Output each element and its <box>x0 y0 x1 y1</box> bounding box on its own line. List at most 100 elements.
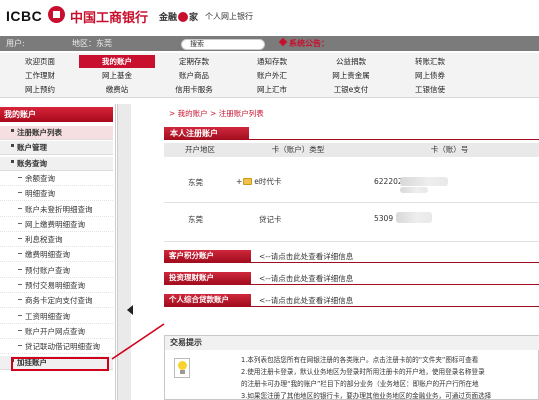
region-label: 地区：东莞 <box>72 39 112 48</box>
system-announcement[interactable]: 系统公告： <box>278 37 329 49</box>
sidebar-item[interactable]: 账户未登折明细查询 <box>0 203 113 217</box>
bullet-icon <box>18 268 22 270</box>
lightbulb-icon <box>174 358 190 378</box>
sidebar-item[interactable]: 预付交易明细查询 <box>0 279 113 293</box>
sidebar-item[interactable]: 商务卡定向支付查询 <box>0 294 113 309</box>
breadcrumb: > 我的账户 > 注册账户列表 <box>169 108 264 119</box>
row-region: 东莞 <box>188 178 203 187</box>
sidebar-item-label: 账户未登折明细查询 <box>25 204 93 214</box>
nav-item[interactable]: 信用卡服务 <box>156 83 232 96</box>
sidebar-item-label: 预付交易明细查询 <box>25 281 85 290</box>
bullet-icon <box>18 192 22 194</box>
row-region: 东莞 <box>188 215 203 224</box>
nav-item[interactable]: 工银e支付 <box>313 83 389 96</box>
expand-icon[interactable]: + <box>236 177 242 186</box>
nav-item[interactable]: 缴费站 <box>79 83 155 96</box>
sidebar-item[interactable]: 预付账户查询 <box>0 264 113 278</box>
breadcrumb-home[interactable]: 我的账户 <box>178 109 208 118</box>
sidebar-item[interactable]: 网上缴费明细查询 <box>0 218 113 232</box>
bullet-icon <box>11 144 14 148</box>
col-region: 开户地区 <box>185 145 215 154</box>
nav-item[interactable]: 网上基金 <box>79 69 155 82</box>
row-number: 622202 <box>374 177 403 186</box>
loan-account-tag[interactable]: 个人综合贷款账户 <box>164 294 539 307</box>
nav-item[interactable]: 账户外汇 <box>234 69 310 82</box>
points-account-tag[interactable]: 客户积分账户 <box>164 250 539 263</box>
sidebar-section[interactable]: 账户管理 <box>0 141 113 156</box>
bullet-icon <box>18 253 22 255</box>
masked-number <box>396 212 432 223</box>
sidebar-item[interactable]: 余额查询 <box>0 172 113 186</box>
collapse-sidebar-icon[interactable] <box>127 305 133 315</box>
tip-line: 1.本列表包括您所有在网银注册的各类账户。点击注册卡前的“文件夹”图标可查看 <box>241 356 479 364</box>
sidebar-title[interactable]: 我的账户 <box>0 107 113 122</box>
points-account-row: 客户积分账户 <--请点击此处查看详细信息 <box>164 250 539 264</box>
sidebar-scrollbar[interactable] <box>117 104 131 400</box>
tip-line: 3.如果您注册了其他地区的银行卡，要办理其他业务地区的金融业务，可通过页面选择 <box>241 392 492 400</box>
tip-line: 的注册卡可办理“我的账户”栏目下的部分业务（业务地区：即账户的开户行所在地 <box>241 380 479 388</box>
bullet-icon <box>11 129 14 132</box>
masked-number <box>400 187 428 193</box>
sidebar-item-label: 预付账户查询 <box>25 265 70 275</box>
sidebar-item[interactable]: 利息税查询 <box>0 233 113 248</box>
sidebar-item[interactable]: 账户开户网点查询 <box>0 325 113 339</box>
folder-icon[interactable] <box>243 178 253 185</box>
user-label: 用户: <box>6 39 25 48</box>
bullet-icon <box>18 207 22 209</box>
brand-seal-icon <box>178 12 189 22</box>
loan-account-hint[interactable]: <--请点击此处查看详细信息 <box>259 295 353 306</box>
nav-item[interactable]: 网上预约 <box>2 83 78 96</box>
masked-number <box>400 177 448 186</box>
bullet-icon <box>18 314 22 316</box>
investment-account-hint[interactable]: <--请点击此处查看详细信息 <box>259 273 353 284</box>
sidebar-item-label: 网上缴费明细查询 <box>25 219 85 229</box>
user-bar: 用户: 地区：东莞 <box>0 36 539 51</box>
site-name: 个人网上银行 <box>205 12 253 21</box>
sidebar-item-label: 利息税查询 <box>25 235 63 245</box>
nav-item[interactable]: 账户商品 <box>156 69 232 82</box>
row-number: 5309 <box>374 214 394 223</box>
nav-item[interactable]: 转账汇款 <box>392 55 468 68</box>
bank-name: 中国工商银行 <box>70 11 149 26</box>
nav-item[interactable]: 我的账户 <box>79 55 155 68</box>
loan-account-row: 个人综合贷款账户 <--请点击此处查看详细信息 <box>164 294 539 308</box>
bullet-icon <box>18 345 22 347</box>
nav-item[interactable]: 工作理财 <box>2 69 78 82</box>
sidebar-item[interactable]: 明细查询 <box>0 187 113 202</box>
sidebar-item[interactable]: 缴费明细查询 <box>0 248 113 263</box>
row-type[interactable]: + e时代卡 <box>236 176 281 187</box>
announcement-icon <box>278 37 288 47</box>
nav-item[interactable]: 网上贵金属 <box>313 69 389 82</box>
nav-item[interactable]: 工银信使 <box>392 83 468 96</box>
bullet-icon <box>18 299 22 301</box>
breadcrumb-current: 注册账户列表 <box>218 109 264 118</box>
nav-item[interactable]: 网上汇市 <box>234 83 310 96</box>
page: ICBC 中国工商银行 金融 家 个人网上银行 用户: 地区：东莞 搜索 系统公告… <box>0 0 539 400</box>
sidebar-item-label: 商务卡定向支付查询 <box>25 296 93 306</box>
sidebar-item[interactable]: 贷记联动借记明细查询 <box>0 340 113 355</box>
nav-item[interactable]: 通知存款 <box>234 55 310 68</box>
sidebar-section[interactable]: 账务查询 <box>0 156 113 171</box>
nav-item[interactable]: 公益捐款 <box>313 55 389 68</box>
sidebar-item[interactable]: 工资明细查询 <box>0 310 113 324</box>
nav-item[interactable]: 欢迎页面 <box>2 55 78 68</box>
bullet-icon <box>18 176 22 178</box>
icbc-logo-icon[interactable] <box>48 6 65 23</box>
nav-item[interactable]: 定期存款 <box>156 55 232 68</box>
investment-account-tag[interactable]: 投资理财账户 <box>164 272 539 285</box>
search-input[interactable]: 搜索 <box>181 39 265 50</box>
row-type-label: e时代卡 <box>254 177 282 186</box>
sidebar-item-label: 缴费明细查询 <box>25 250 70 260</box>
bullet-icon <box>18 222 22 224</box>
sidebar-section[interactable]: 注册账户列表 <box>0 126 113 140</box>
sidebar-item-label: 贷记联动借记明细查询 <box>25 342 100 352</box>
row-type: 贷记卡 <box>259 215 282 224</box>
nav-item[interactable]: 网上债券 <box>392 69 468 82</box>
tip-line: 2.使用注册卡登录，默认业务地区为登录时所用注册卡的开户地，使用登录名称登录 <box>241 368 485 376</box>
icbc-logo-text[interactable]: ICBC <box>6 8 42 24</box>
col-number: 卡（账）号 <box>430 145 469 154</box>
brand-right: 家 <box>189 13 199 23</box>
points-account-hint[interactable]: <--请点击此处查看详细信息 <box>259 251 353 262</box>
sidebar-item-label: 账户管理 <box>17 143 47 153</box>
sidebar-item-label: 余额查询 <box>25 173 55 183</box>
